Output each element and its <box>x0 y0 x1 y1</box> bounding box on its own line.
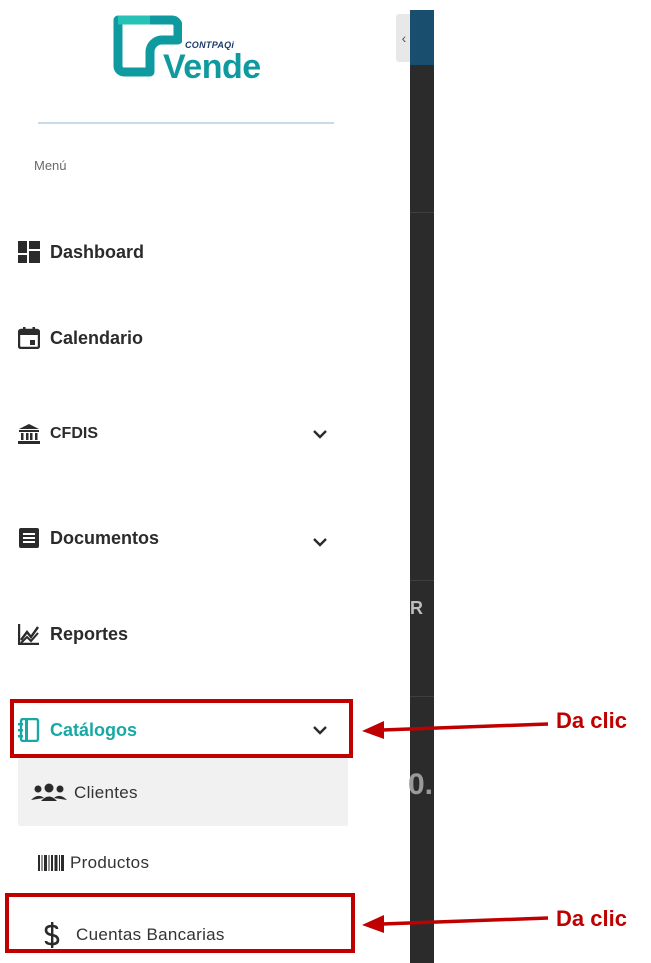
bank-icon <box>18 423 40 445</box>
sidebar: CONTPAQi Vende Menú Dashboard Calendario… <box>0 0 395 963</box>
menu-heading: Menú <box>34 158 67 173</box>
arrow-left-icon <box>362 721 549 739</box>
nav-item-calendario[interactable]: Calendario <box>18 316 338 360</box>
chevron-left-icon: ‹ <box>401 30 407 46</box>
highlight-box-cuentas-bancarias <box>5 893 355 953</box>
logo-brand-big: Vende <box>163 48 261 86</box>
logo-divider <box>38 122 334 124</box>
arrow-left-icon <box>362 915 549 933</box>
nav-item-reportes[interactable]: Reportes <box>18 612 338 656</box>
submenu-label-clientes: Clientes <box>74 783 138 802</box>
panel-divider <box>410 696 434 697</box>
panel-header-strip <box>410 10 434 65</box>
callout-da-clic: Da clic <box>556 708 627 733</box>
nav-item-cfdis[interactable]: CFDIS <box>18 412 338 456</box>
nav-label-cfdis: CFDIS <box>50 425 98 442</box>
panel-divider <box>410 212 434 213</box>
background-text-fragment: R <box>410 598 423 618</box>
nav-label-reportes: Reportes <box>50 623 129 644</box>
submenu-label-productos: Productos <box>70 853 150 872</box>
nav-label-dashboard: Dashboard <box>50 241 145 262</box>
panel-divider <box>410 580 434 581</box>
nav-item-dashboard[interactable]: Dashboard <box>18 230 338 274</box>
document-list-icon <box>18 527 40 549</box>
barcode-icon <box>38 855 64 871</box>
nav-label-calendario: Calendario <box>50 327 144 348</box>
dashboard-icon <box>18 241 40 263</box>
background-number-fragment: 0. <box>408 768 434 801</box>
nav-item-documentos[interactable]: Documentos <box>18 516 338 560</box>
users-icon <box>30 783 68 803</box>
callout-da-clic: Da clic <box>556 906 627 931</box>
chevron-down-icon[interactable] <box>310 532 330 552</box>
logo: CONTPAQi Vende <box>110 10 270 90</box>
nav-label-documentos: Documentos <box>50 527 160 548</box>
chevron-down-icon[interactable] <box>310 424 330 444</box>
highlight-box-catalogos <box>10 699 353 758</box>
calendar-icon <box>18 327 40 349</box>
main-content-panel <box>410 10 434 963</box>
line-chart-icon <box>18 623 40 645</box>
submenu-item-productos[interactable]: Productos <box>38 846 149 880</box>
submenu-item-clientes[interactable]: Clientes <box>30 776 138 810</box>
